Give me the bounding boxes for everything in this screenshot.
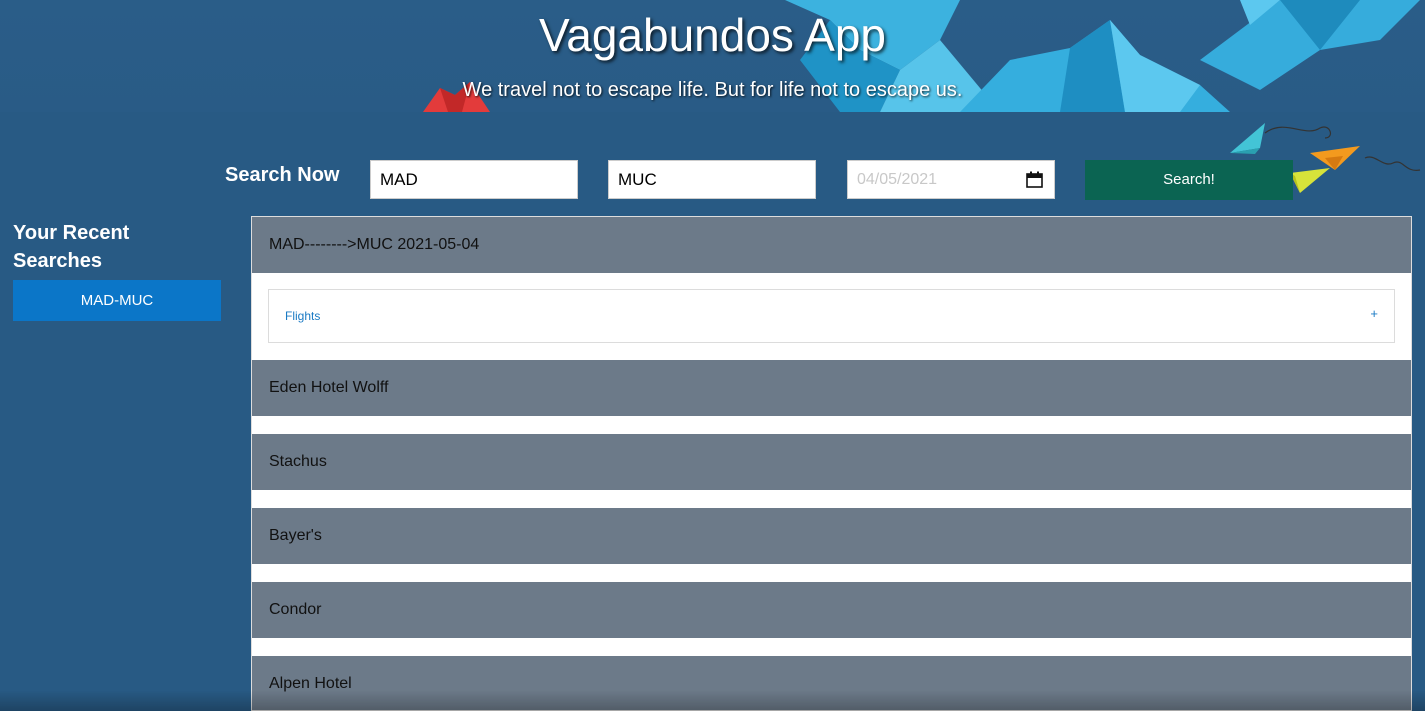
flights-accordion[interactable]: Flights + [268, 289, 1395, 343]
date-input-value: 04/05/2021 [857, 171, 938, 188]
app-subtitle: We travel not to escape life. But for li… [462, 79, 963, 101]
hotel-row[interactable]: Eden Hotel Wolff [252, 360, 1411, 416]
app-title: Vagabundos App [538, 9, 887, 61]
hotel-row[interactable]: Condor [252, 582, 1411, 638]
hotel-row[interactable]: Stachus [252, 434, 1411, 490]
hotel-row[interactable]: Bayer's [252, 508, 1411, 564]
search-bar: Search Now MAD MUC 04/05/2021 Search! [0, 160, 1425, 200]
calendar-icon[interactable] [1026, 171, 1043, 188]
destination-input[interactable]: MUC [608, 160, 816, 199]
hotel-row[interactable]: Alpen Hotel [252, 656, 1411, 710]
origin-input[interactable]: MAD [370, 160, 578, 199]
expand-icon[interactable]: + [1370, 306, 1378, 321]
flights-label[interactable]: Flights [285, 309, 320, 323]
route-header[interactable]: MAD-------->MUC 2021-05-04 [252, 217, 1411, 273]
date-input[interactable]: 04/05/2021 [847, 160, 1055, 199]
results-panel: MAD-------->MUC 2021-05-04 Flights + Ede… [251, 216, 1412, 711]
recent-search-item[interactable]: MAD-MUC [13, 280, 221, 321]
recent-searches-title: Your Recent Searches [13, 222, 130, 272]
search-now-label: Search Now [225, 164, 340, 186]
search-button[interactable]: Search! [1085, 160, 1293, 200]
header-banner: Vagabundos App We travel not to escape l… [0, 0, 1425, 112]
